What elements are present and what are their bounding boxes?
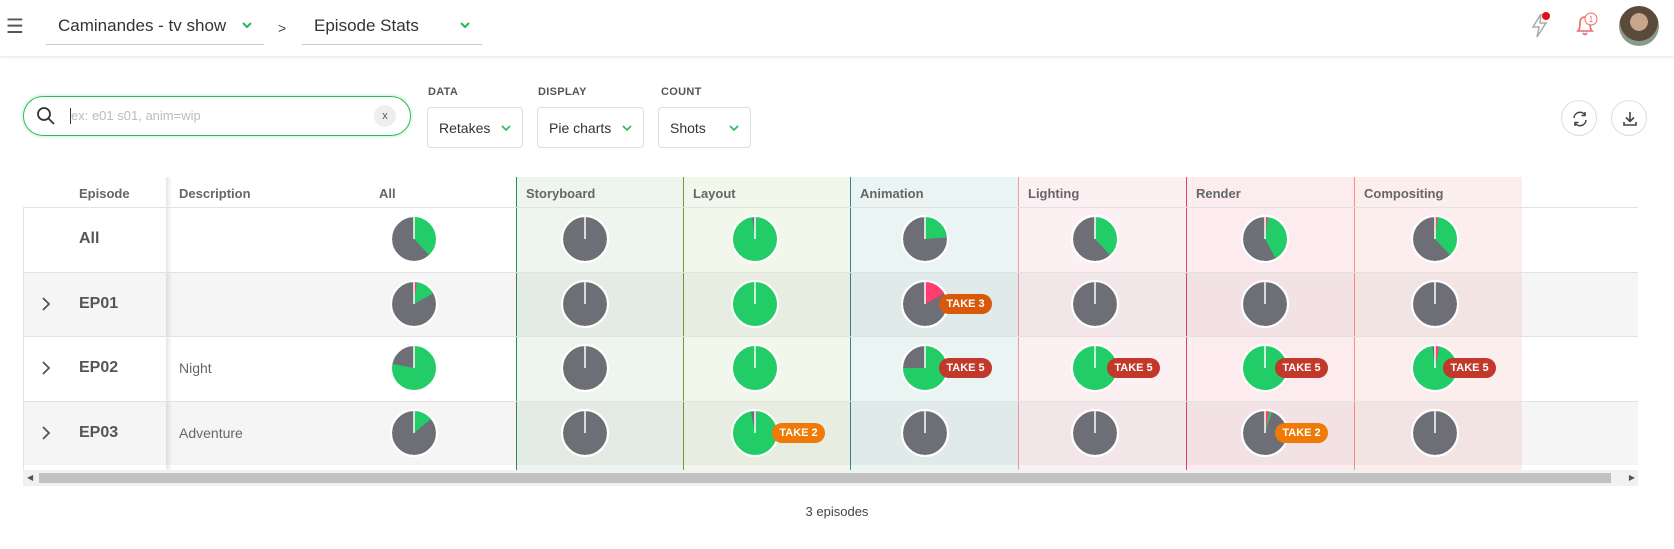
retake-count-badge: TAKE 3: [939, 293, 992, 314]
display-filter-value: Pie charts: [549, 120, 612, 136]
display-filter-label: DISPLAY: [538, 86, 587, 98]
retake-pie-chart[interactable]: [1410, 408, 1460, 458]
production-select[interactable]: Caminandes - tv show: [46, 8, 264, 45]
display-filter-select[interactable]: Pie charts: [537, 107, 644, 148]
episode-name[interactable]: All: [79, 230, 99, 248]
download-button[interactable]: [1611, 100, 1647, 136]
top-bar: ☰ Caminandes - tv show > Episode Stats 1: [0, 0, 1674, 56]
chevron-down-icon: [242, 22, 252, 29]
horizontal-scrollbar[interactable]: ◀ ▶: [23, 470, 1638, 486]
expand-chevron-icon[interactable]: [40, 424, 52, 442]
expand-chevron-icon[interactable]: [40, 359, 52, 377]
retake-count-badge: TAKE 5: [1107, 358, 1160, 379]
data-filter-label: DATA: [428, 86, 459, 98]
retake-count-badge: TAKE 2: [1275, 422, 1328, 443]
retake-pie-chart[interactable]: [560, 214, 610, 264]
retake-count-badge: TAKE 5: [1275, 358, 1328, 379]
expand-chevron-icon[interactable]: [40, 295, 52, 313]
retake-pie-chart[interactable]: [730, 279, 780, 329]
view-select-label: Episode Stats: [314, 16, 419, 35]
refresh-icon: [1573, 111, 1587, 127]
episode-name[interactable]: EP03: [79, 424, 118, 442]
table-left-border: [23, 207, 24, 470]
retake-pie-chart[interactable]: [730, 343, 780, 393]
row-divider: [23, 207, 1638, 208]
clear-search-button[interactable]: x: [374, 105, 396, 127]
chevron-down-icon: [460, 22, 470, 29]
scroll-right-arrow-icon[interactable]: ▶: [1629, 473, 1635, 482]
header-animation[interactable]: Animation: [860, 186, 924, 201]
breadcrumb-separator: >: [278, 20, 287, 36]
retake-pie-chart[interactable]: [389, 279, 439, 329]
row-divider: [23, 400, 1638, 402]
retake-count-badge: TAKE 5: [1443, 358, 1496, 379]
header-all[interactable]: All: [379, 186, 396, 201]
header-lighting[interactable]: Lighting: [1028, 186, 1079, 201]
retake-pie-chart[interactable]: [1410, 279, 1460, 329]
news-icon[interactable]: [1525, 10, 1555, 40]
header-description[interactable]: Description: [179, 186, 251, 201]
chevron-down-icon: [501, 125, 511, 132]
retake-pie-chart[interactable]: [1070, 279, 1120, 329]
download-icon: [1623, 112, 1637, 126]
search-input[interactable]: ex: e01 s01, anim=wip: [71, 108, 201, 123]
notifications-bell-icon[interactable]: 1: [1570, 10, 1600, 40]
scroll-left-arrow-icon[interactable]: ◀: [27, 473, 33, 482]
header-render[interactable]: Render: [1196, 186, 1241, 201]
data-filter-select[interactable]: Retakes: [427, 107, 523, 148]
chevron-down-icon: [622, 125, 632, 132]
count-filter-value: Shots: [670, 120, 706, 136]
episode-description: Night: [179, 360, 212, 377]
retake-pie-chart[interactable]: [1240, 279, 1290, 329]
retake-count-badge: TAKE 5: [939, 358, 992, 379]
episode-name[interactable]: EP01: [79, 295, 118, 313]
scrollbar-thumb[interactable]: [39, 473, 1611, 483]
header-compositing[interactable]: Compositing: [1364, 186, 1443, 201]
refresh-button[interactable]: [1561, 100, 1597, 136]
retake-pie-chart[interactable]: [1410, 214, 1460, 264]
search-box[interactable]: ex: e01 s01, anim=wip x: [23, 96, 411, 136]
episode-description: Adventure: [179, 424, 243, 441]
retake-pie-chart[interactable]: [389, 343, 439, 393]
retake-pie-chart[interactable]: [900, 214, 950, 264]
svg-text:1: 1: [1589, 15, 1594, 24]
retake-pie-chart[interactable]: [389, 408, 439, 458]
retake-pie-chart[interactable]: [1070, 408, 1120, 458]
chevron-down-icon: [729, 125, 739, 132]
header-episode[interactable]: Episode: [79, 186, 130, 201]
view-select[interactable]: Episode Stats: [302, 8, 482, 45]
episode-count: 3 episodes: [805, 504, 869, 519]
retake-pie-chart[interactable]: [730, 214, 780, 264]
retake-pie-chart[interactable]: [900, 408, 950, 458]
header-layout[interactable]: Layout: [693, 186, 736, 201]
retake-pie-chart[interactable]: [560, 279, 610, 329]
data-filter-value: Retakes: [439, 120, 491, 136]
retake-pie-chart[interactable]: [1240, 214, 1290, 264]
retake-pie-chart[interactable]: [560, 408, 610, 458]
retake-pie-chart[interactable]: [560, 343, 610, 393]
row-divider: [23, 271, 1638, 273]
row-highlight: [23, 400, 1638, 465]
row-divider: [23, 336, 1638, 337]
episode-name[interactable]: EP02: [79, 359, 118, 377]
count-filter-label: COUNT: [661, 86, 702, 98]
retake-count-badge: TAKE 2: [772, 422, 825, 443]
user-avatar[interactable]: [1619, 6, 1659, 46]
retake-pie-chart[interactable]: [389, 214, 439, 264]
hamburger-menu-icon[interactable]: ☰: [6, 16, 24, 38]
retake-pie-chart[interactable]: [1070, 214, 1120, 264]
stats-table: Episode Description All Storyboard Layout Ani…: [23, 177, 1638, 470]
header-storyboard[interactable]: Storyboard: [526, 186, 595, 201]
search-icon: [37, 107, 55, 125]
production-select-label: Caminandes - tv show: [58, 16, 227, 35]
row-highlight: [23, 271, 1638, 336]
count-filter-select[interactable]: Shots: [658, 107, 751, 148]
